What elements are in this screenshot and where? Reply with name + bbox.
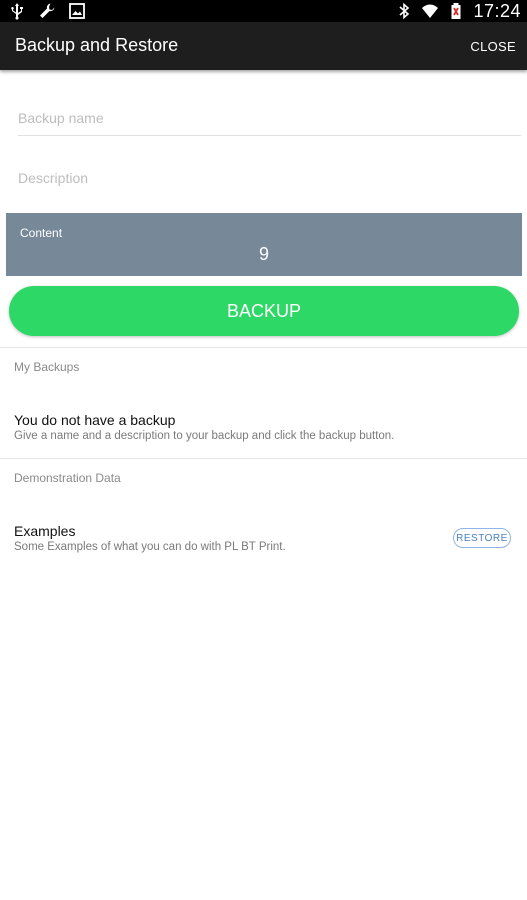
battery-icon [447, 2, 465, 20]
wrench-icon [38, 2, 56, 20]
app-bar: Backup and Restore CLOSE [0, 22, 527, 70]
restore-button[interactable]: RESTORE [453, 528, 511, 548]
content-label: Content [20, 226, 63, 240]
no-backup-title: You do not have a backup [14, 412, 176, 428]
divider [0, 347, 527, 348]
my-backups-header: My Backups [14, 360, 80, 374]
wifi-icon [421, 2, 439, 20]
page-title: Backup and Restore [15, 35, 179, 55]
description-placeholder: Description [18, 170, 89, 186]
backup-button[interactable]: BACKUP [9, 286, 519, 336]
divider [0, 458, 527, 459]
close-button[interactable]: CLOSE [470, 39, 516, 54]
status-bar: 17:24 [0, 0, 527, 22]
image-icon [68, 2, 86, 20]
no-backup-subtitle: Give a name and a description to your ba… [14, 430, 395, 442]
backup-name-placeholder: Backup name [18, 110, 104, 126]
restore-button-label: RESTORE [456, 532, 508, 544]
content-count: 9 [258, 244, 269, 264]
examples-subtitle: Some Examples of what you can do with PL… [14, 541, 286, 553]
usb-icon [8, 2, 26, 20]
clock: 17:24 [473, 0, 521, 21]
backup-button-label: BACKUP [226, 300, 302, 321]
examples-title: Examples [14, 523, 76, 539]
backup-name-field[interactable]: Backup name [18, 110, 521, 136]
bluetooth-icon [395, 2, 413, 20]
content-panel: Content 9 [6, 213, 522, 276]
demonstration-header: Demonstration Data [14, 471, 121, 485]
description-field[interactable]: Description [18, 170, 521, 190]
